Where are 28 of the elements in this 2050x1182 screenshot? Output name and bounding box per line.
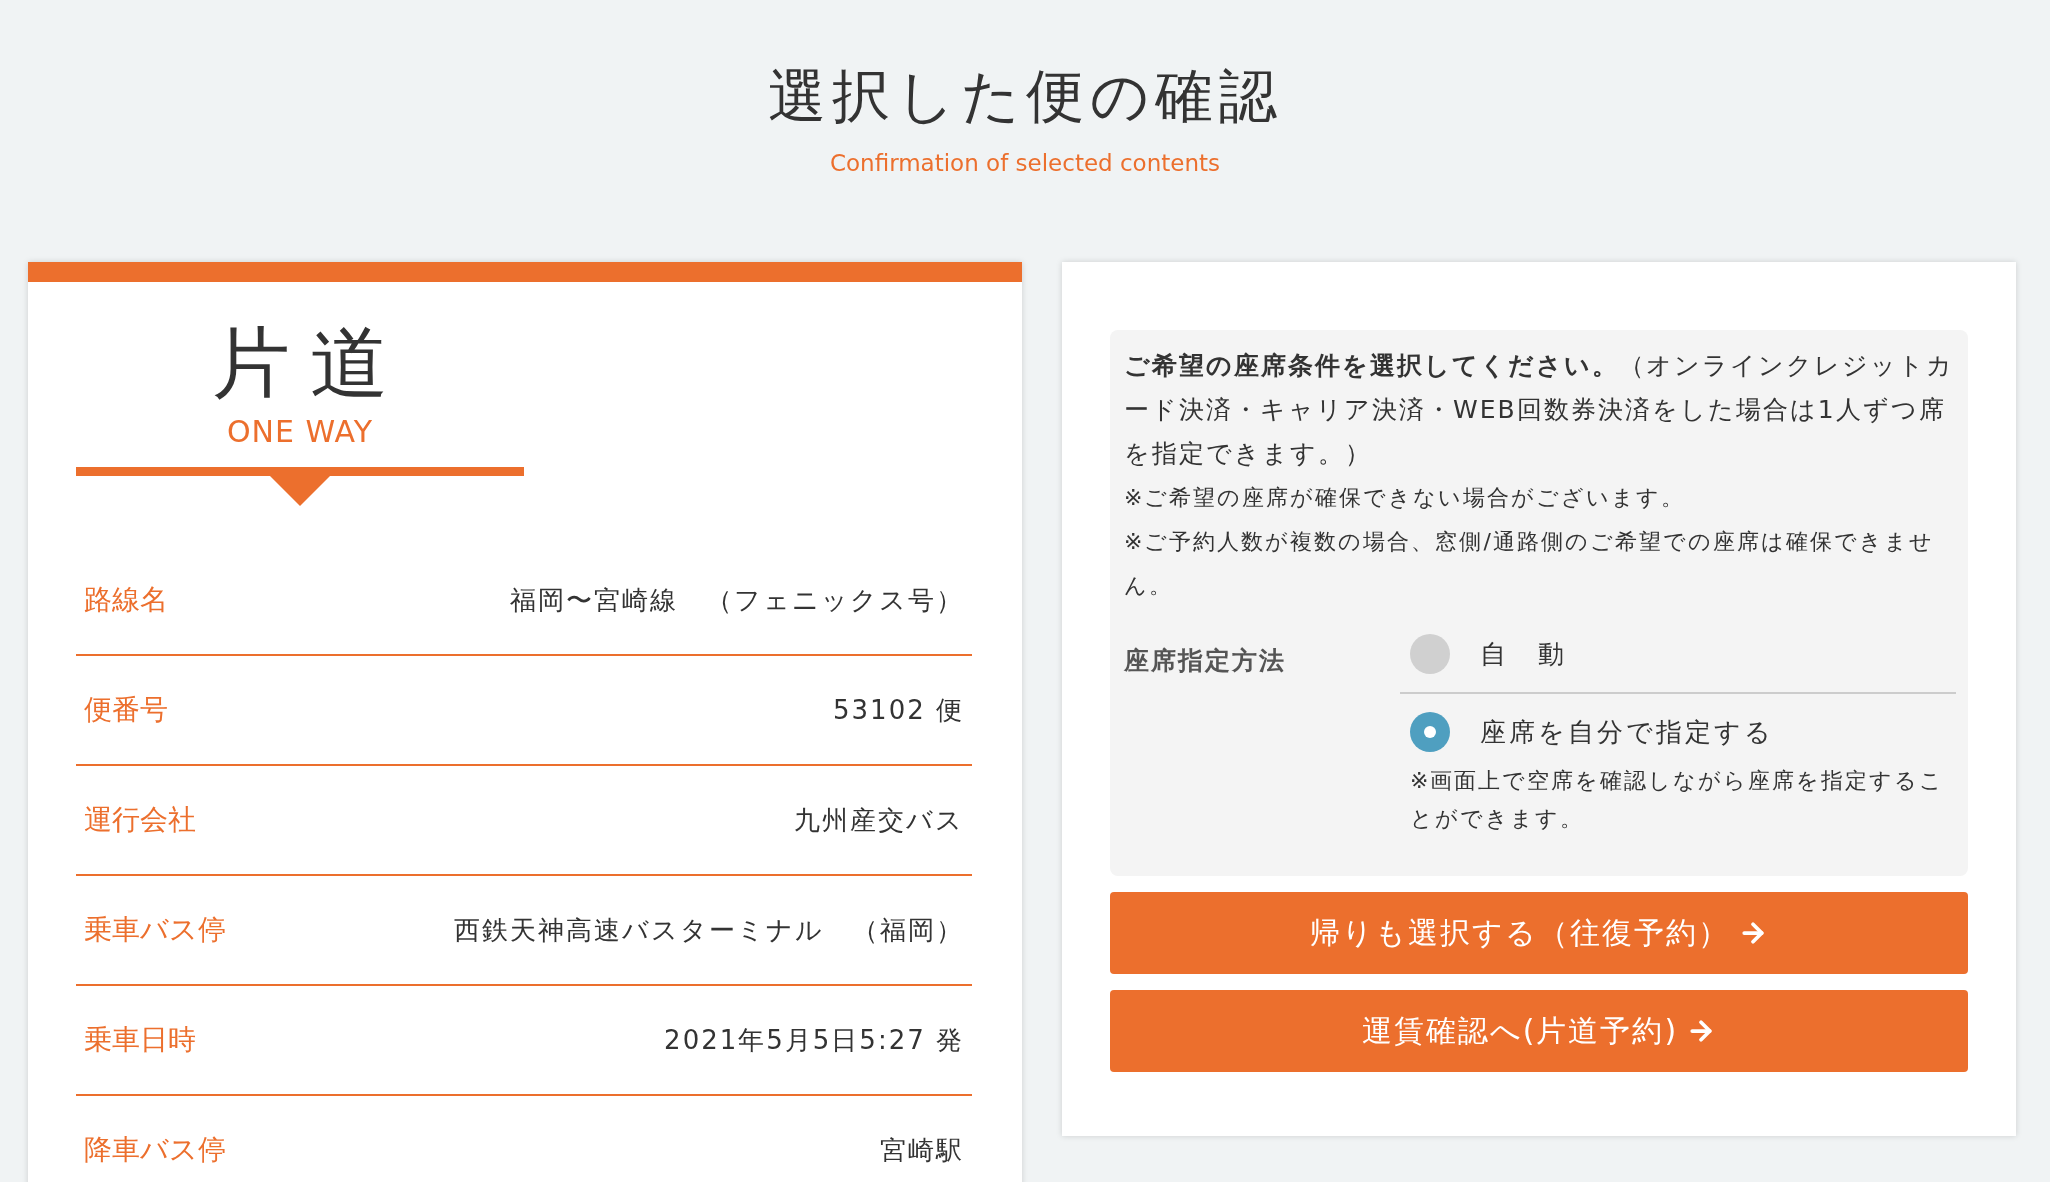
row-label: 運行会社	[84, 802, 196, 838]
row-value: 福岡〜宮崎線 （フェニックス号）	[510, 583, 964, 617]
trip-subtitle: ONE WAY	[226, 414, 374, 449]
radio-option[interactable]: 座席を自分で指定する	[1410, 712, 1956, 752]
trip-title: 片道	[212, 324, 408, 402]
radio-icon[interactable]	[1410, 634, 1450, 674]
row-value: 53102 便	[833, 693, 964, 727]
option-note: ※画面上で空席を確認しながら座席を指定することができます。	[1410, 767, 1946, 833]
row-value: 宮崎駅	[880, 1133, 964, 1167]
page-subtitle: Confirmation of selected contents	[829, 150, 1220, 176]
page-title: 選択した便の確認	[767, 61, 1283, 132]
row-value: 西鉄天神高速バスターミナル （福岡）	[454, 913, 964, 947]
seat-instructions: ご希望の座席条件を選択してください。（オンラインクレジットカード決済・キャリア決済・WEB回数券決済をした場合は1人ずつ席を指定できます。）	[1124, 350, 1955, 470]
row-value: 2021年5月5日5:27 発	[664, 1023, 964, 1057]
radio-icon[interactable]	[1410, 712, 1450, 752]
pointer-icon	[270, 476, 330, 506]
row-label: 乗車日時	[84, 1022, 196, 1058]
row-label: 降車バス停	[84, 1132, 226, 1168]
radio-option[interactable]: 自 動	[1410, 634, 1956, 674]
row-label: 乗車バス停	[84, 912, 226, 948]
seat-note: ※ご予約人数が複数の場合、窓側/通路側のご希望での座席は確保できません。	[1124, 528, 1935, 600]
option-label: 自 動	[1480, 637, 1567, 671]
row-label: 便番号	[84, 692, 168, 728]
method-label: 座席指定方法	[1124, 645, 1287, 677]
seat-note: ※ご希望の座席が確保できない場合がございます。	[1124, 484, 1687, 512]
row-label: 路線名	[84, 582, 168, 618]
row-value: 九州産交バス	[794, 803, 964, 837]
option-label: 座席を自分で指定する	[1480, 715, 1774, 749]
